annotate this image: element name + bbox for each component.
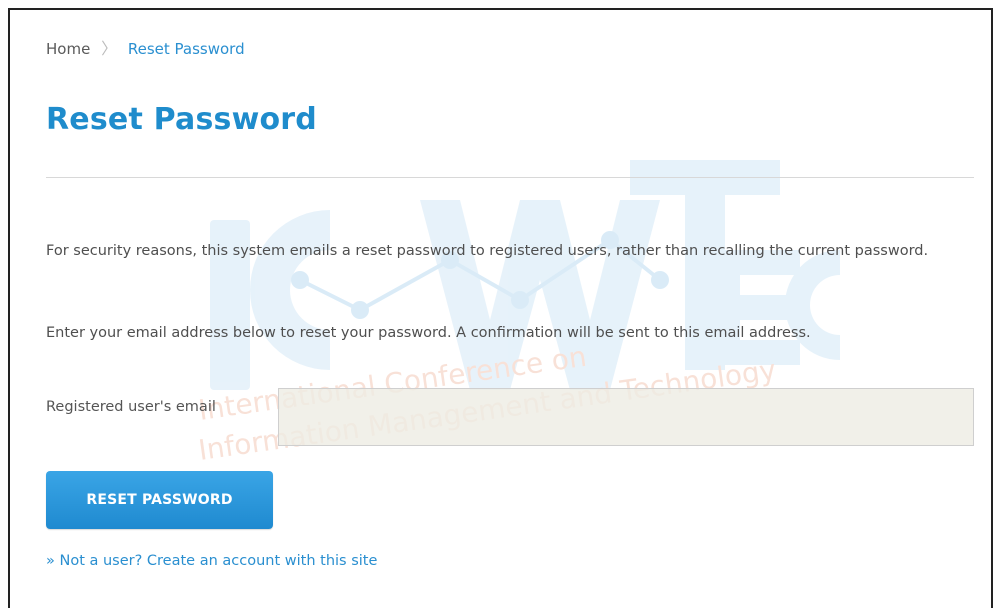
title-divider [46, 177, 974, 178]
reset-password-button[interactable]: RESET PASSWORD [46, 471, 273, 529]
page-title: Reset Password [46, 102, 317, 137]
breadcrumb-current[interactable]: Reset Password [128, 40, 245, 58]
breadcrumb-chevron-icon: 〉 [101, 39, 118, 58]
instructions-text: Enter your email address below to reset … [46, 325, 811, 341]
page-frame: International Conference on Information … [8, 8, 993, 608]
security-info-text: For security reasons, this system emails… [46, 243, 929, 259]
breadcrumb: Home 〉 Reset Password [46, 35, 245, 59]
breadcrumb-home[interactable]: Home [46, 40, 90, 58]
email-field[interactable] [278, 388, 974, 446]
create-account-link[interactable]: » Not a user? Create an account with thi… [46, 553, 377, 569]
email-field-label: Registered user's email [46, 399, 216, 415]
